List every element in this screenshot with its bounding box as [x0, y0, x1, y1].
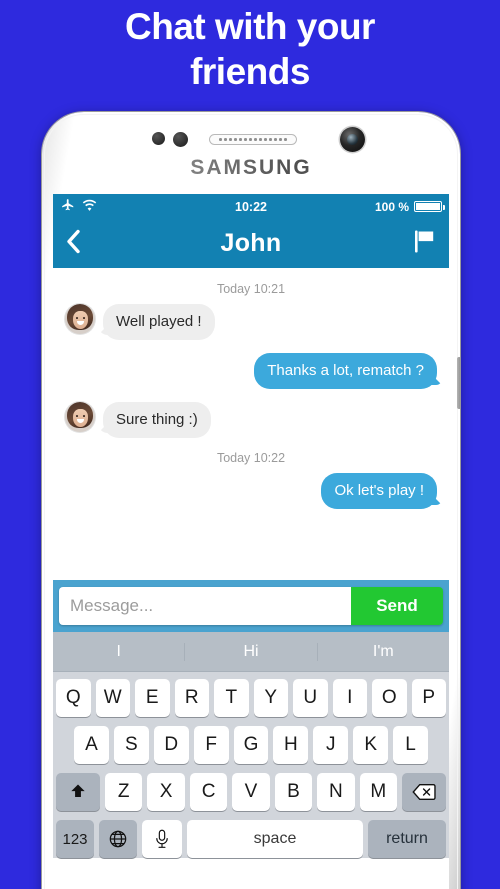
back-chevron-icon[interactable]: [65, 228, 82, 259]
battery-percent-label: 100 %: [374, 199, 409, 214]
phone-screen: 10:22 100 % John Today 10:21 Well played…: [53, 194, 449, 889]
message-bubble-outgoing: Thanks a lot, rematch ?: [254, 353, 437, 389]
key-p[interactable]: P: [411, 679, 446, 717]
message-bubble-incoming: Sure thing :): [103, 402, 211, 438]
phone-brand-label: SAMSUNG: [42, 156, 460, 180]
phone-top-bezel: SAMSUNG: [42, 112, 460, 194]
key-f[interactable]: F: [193, 726, 229, 764]
shift-arrow-icon[interactable]: [56, 773, 101, 811]
avatar: [65, 304, 95, 334]
wifi-icon: [82, 199, 97, 215]
numbers-key[interactable]: 123: [56, 820, 94, 858]
headline-line-1: Chat with your: [125, 6, 375, 47]
keyboard-row-3: Z X C V B N M: [56, 773, 446, 811]
light-sensor-icon: [173, 132, 188, 147]
key-c[interactable]: C: [189, 773, 228, 811]
front-camera-icon: [340, 127, 365, 152]
key-e[interactable]: E: [135, 679, 170, 717]
key-t[interactable]: T: [214, 679, 249, 717]
keyboard-row-1: Q W E R T Y U I O P: [56, 679, 446, 717]
key-m[interactable]: M: [359, 773, 397, 811]
airplane-icon: [61, 198, 75, 215]
key-x[interactable]: X: [147, 773, 185, 811]
key-d[interactable]: D: [153, 726, 189, 764]
message-list[interactable]: Today 10:21 Well played ! Thanks a lot, …: [53, 268, 449, 580]
message-row-incoming: Sure thing :): [65, 402, 437, 438]
battery-full-icon: [414, 201, 445, 212]
message-input-wrapper: Send: [59, 587, 443, 625]
message-row-incoming: Well played !: [65, 304, 437, 340]
suggestion-2[interactable]: Hi: [184, 642, 316, 661]
message-input-bar: Send: [53, 580, 449, 632]
suggestion-3[interactable]: I'm: [316, 642, 449, 661]
key-y[interactable]: Y: [253, 679, 288, 717]
chat-nav-bar: John: [53, 219, 449, 268]
key-i[interactable]: I: [332, 679, 367, 717]
headline-line-2: friends: [190, 51, 310, 92]
key-w[interactable]: W: [95, 679, 130, 717]
earpiece-speaker-icon: [209, 134, 297, 145]
page-headline: Chat with your friends: [0, 4, 500, 94]
key-o[interactable]: O: [372, 679, 407, 717]
date-separator: Today 10:22: [216, 451, 286, 465]
key-s[interactable]: S: [113, 726, 149, 764]
key-h[interactable]: H: [273, 726, 309, 764]
send-button[interactable]: Send: [351, 587, 443, 625]
return-key[interactable]: return: [368, 820, 446, 858]
status-bar: 10:22 100 %: [53, 194, 449, 219]
keyboard-row-4: 123 space return: [56, 820, 446, 858]
key-b[interactable]: B: [274, 773, 313, 811]
status-bar-right: 100 %: [374, 199, 445, 214]
backspace-icon[interactable]: [401, 773, 446, 811]
on-screen-keyboard: Q W E R T Y U I O P A S D F G H J K L Z …: [53, 672, 449, 858]
keyboard-row-2: A S D F G H J K L: [56, 726, 446, 764]
flag-icon[interactable]: [414, 229, 435, 258]
date-separator: Today 10:21: [216, 282, 286, 296]
key-u[interactable]: U: [293, 679, 328, 717]
message-bubble-incoming: Well played !: [103, 304, 215, 340]
proximity-sensor-icon: [152, 132, 165, 145]
chat-contact-name: John: [220, 229, 282, 257]
key-a[interactable]: A: [74, 726, 109, 764]
key-g[interactable]: G: [233, 726, 269, 764]
key-r[interactable]: R: [174, 679, 209, 717]
message-bubble-outgoing: Ok let's play !: [321, 473, 437, 509]
avatar: [65, 402, 95, 432]
key-z[interactable]: Z: [105, 773, 143, 811]
key-j[interactable]: J: [313, 726, 349, 764]
microphone-icon[interactable]: [142, 820, 182, 858]
key-v[interactable]: V: [232, 773, 270, 811]
message-row-outgoing: Ok let's play !: [65, 473, 437, 509]
predictive-text-bar: I Hi I'm: [53, 632, 449, 672]
status-bar-left: [61, 198, 97, 215]
message-row-outgoing: Thanks a lot, rematch ?: [65, 353, 437, 389]
space-key[interactable]: space: [187, 820, 363, 858]
key-k[interactable]: K: [353, 726, 389, 764]
phone-power-button[interactable]: [457, 357, 460, 409]
phone-mockup: SAMSUNG 10:22 100 % John Today 10:21 Wel…: [42, 112, 460, 889]
key-q[interactable]: Q: [56, 679, 91, 717]
suggestion-1[interactable]: I: [53, 643, 184, 661]
globe-icon[interactable]: [99, 820, 137, 858]
key-n[interactable]: N: [317, 773, 355, 811]
key-l[interactable]: L: [393, 726, 429, 764]
message-input[interactable]: [59, 587, 351, 625]
